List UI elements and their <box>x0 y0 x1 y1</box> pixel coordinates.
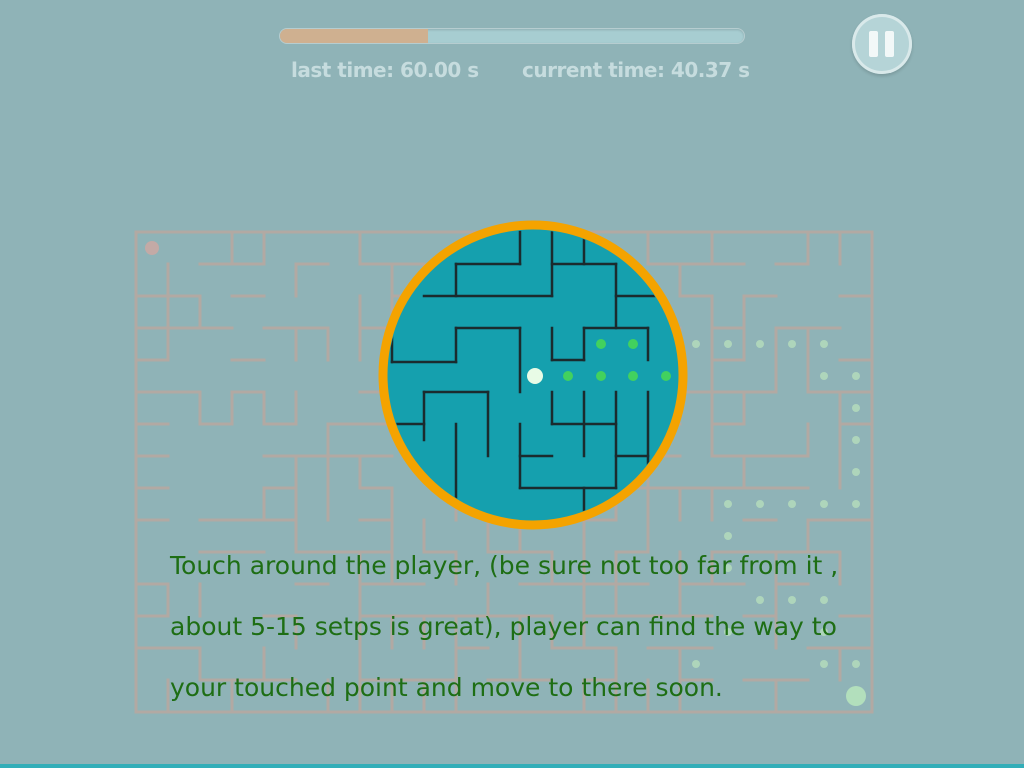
path-marker <box>788 500 796 508</box>
magnified-path-marker <box>661 371 671 381</box>
path-marker <box>756 340 764 348</box>
magnified-path-marker <box>563 371 573 381</box>
path-marker <box>852 372 860 380</box>
instruction-line-1: Touch around the player, (be sure not to… <box>170 551 839 580</box>
path-marker <box>788 596 796 604</box>
instruction-line-3: your touched point and move to there soo… <box>170 673 723 702</box>
path-marker <box>852 468 860 476</box>
path-marker <box>820 340 828 348</box>
game-screen[interactable]: last time: 60.00 s current time: 40.37 s… <box>0 0 1024 768</box>
path-marker <box>724 340 732 348</box>
magnified-path-marker <box>596 339 606 349</box>
path-marker <box>724 500 732 508</box>
instruction-line-2: about 5-15 setps is great), player can f… <box>170 612 837 641</box>
path-marker <box>852 500 860 508</box>
maze-board[interactable] <box>0 0 1024 768</box>
path-marker <box>820 500 828 508</box>
maze-start-marker <box>145 241 159 255</box>
path-marker <box>852 404 860 412</box>
path-marker <box>852 660 860 668</box>
path-marker <box>820 660 828 668</box>
magnified-path-marker <box>628 339 638 349</box>
path-marker <box>692 660 700 668</box>
path-marker <box>756 596 764 604</box>
player-ball <box>527 368 543 384</box>
path-marker <box>724 532 732 540</box>
magnifier-lens <box>378 220 688 530</box>
path-marker <box>756 500 764 508</box>
path-marker <box>820 372 828 380</box>
magnified-path-marker <box>596 371 606 381</box>
path-marker <box>820 596 828 604</box>
path-marker <box>692 340 700 348</box>
magnified-path-marker <box>628 371 638 381</box>
screen-bottom-edge <box>0 764 1024 768</box>
path-marker <box>852 436 860 444</box>
path-marker <box>788 340 796 348</box>
